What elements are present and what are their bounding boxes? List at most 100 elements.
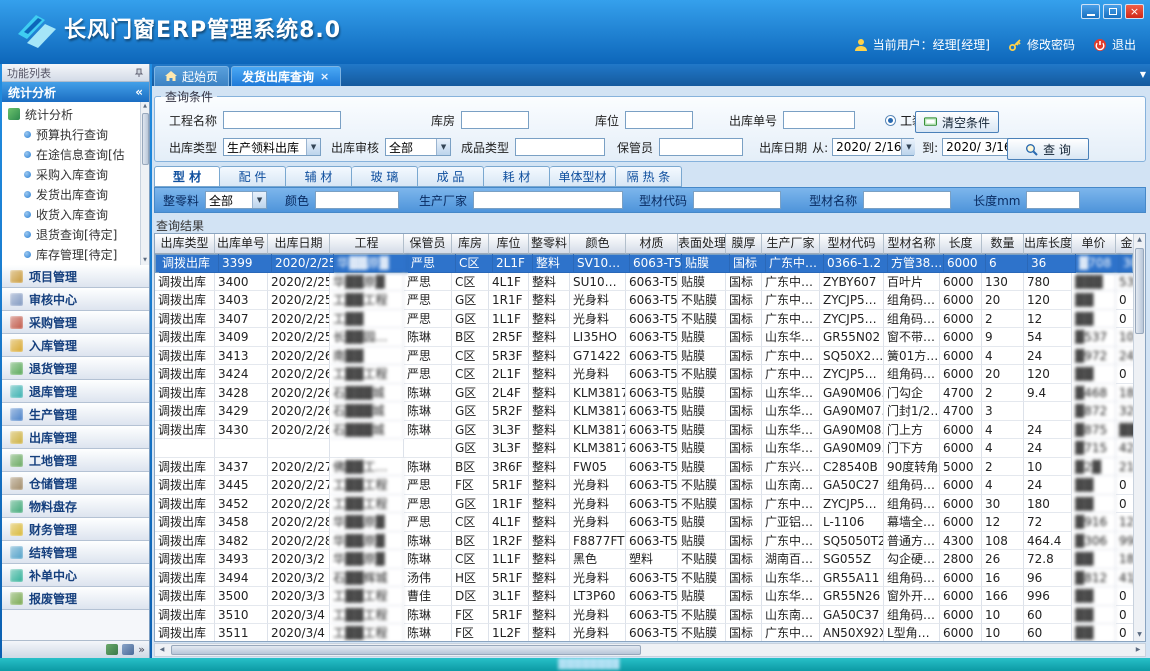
- table-row[interactable]: 调拨出库33992020/2/25华▓▓原▓严思C区2L1F整料SV10…606…: [155, 254, 1133, 273]
- tree-root-item[interactable]: 统计分析: [2, 104, 149, 124]
- profile-code-input[interactable]: [693, 191, 781, 209]
- horizontal-scrollbar[interactable]: ◀ ▶: [154, 643, 1146, 657]
- sidebar-module-item[interactable]: 项目管理: [2, 265, 149, 288]
- vertical-scrollbar[interactable]: ▲ ▼: [1133, 234, 1145, 641]
- out-type-select[interactable]: 生产领料出库 ▼: [223, 138, 321, 156]
- sidebar-module-item[interactable]: 报废管理: [2, 587, 149, 610]
- keeper-input[interactable]: [659, 138, 743, 156]
- table-row[interactable]: 调拨出库34302020/2/26石▓▓▓城陈琳G区3L3F整料KLM38176…: [155, 421, 1133, 440]
- material-tab[interactable]: 耗 材: [484, 166, 550, 187]
- column-header[interactable]: 工程: [330, 234, 404, 254]
- table-row[interactable]: 调拨出库34242020/2/26工▓▓工程严思C区2L1F整料光身料6063-…: [155, 365, 1133, 384]
- maximize-button[interactable]: [1103, 4, 1122, 19]
- audit-select[interactable]: 全部 ▼: [385, 138, 451, 156]
- profile-name-input[interactable]: [863, 191, 951, 209]
- more-panels-icon[interactable]: »: [138, 643, 145, 656]
- tab-overflow-icon[interactable]: ▼: [1140, 70, 1146, 79]
- column-header[interactable]: 出库类型: [155, 234, 215, 254]
- collapse-icon[interactable]: «: [135, 85, 143, 99]
- sidebar-module-item[interactable]: 仓储管理: [2, 472, 149, 495]
- tab-shipping-query[interactable]: 发货出库查询 ×: [231, 66, 341, 86]
- change-password-link[interactable]: 修改密码: [1008, 36, 1075, 53]
- scroll-up-icon[interactable]: ▲: [1134, 234, 1145, 246]
- column-header[interactable]: 库房: [452, 234, 489, 254]
- table-row[interactable]: G区3L3F整料KLM38176063-T5贴膜国标山东华…GA90M09…门下…: [155, 439, 1133, 458]
- whole-scrap-select[interactable]: 全部 ▼: [205, 191, 267, 209]
- table-row[interactable]: 调拨出库34942020/3/2石▓▓辉城汤伟H区5R1F整料光身料6063-T…: [155, 569, 1133, 588]
- column-header[interactable]: 生产厂家: [762, 234, 820, 254]
- project-name-input[interactable]: [223, 111, 341, 129]
- column-header[interactable]: 库位: [489, 234, 529, 254]
- table-row[interactable]: 调拨出库35102020/3/4工▓▓工程陈琳F区5R1F整料光身料6063-T…: [155, 606, 1133, 625]
- tree-item[interactable]: 在途信息查询[估: [2, 144, 149, 164]
- sidebar-module-item[interactable]: 生产管理: [2, 403, 149, 426]
- stats-section-header[interactable]: 统计分析 «: [2, 82, 149, 102]
- column-header[interactable]: 数量: [982, 234, 1024, 254]
- table-row[interactable]: 调拨出库34822020/2/28华▓▓原▓陈琳B区1R2F整料F8877FT6…: [155, 532, 1133, 551]
- location-input[interactable]: [625, 111, 693, 129]
- tab-start-page[interactable]: 起始页: [154, 66, 229, 86]
- table-row[interactable]: 调拨出库34092020/2/25长▓▓园…陈琳B区2R5F整料LI35HO60…: [155, 328, 1133, 347]
- material-tab[interactable]: 单体型材: [550, 166, 616, 187]
- sidebar-module-item[interactable]: 结转管理: [2, 541, 149, 564]
- tree-item[interactable]: 收货入库查询: [2, 204, 149, 224]
- table-row[interactable]: 调拨出库34282020/2/26石▓▓▓城陈琳G区2L4F整料KLM38176…: [155, 384, 1133, 403]
- table-row[interactable]: 调拨出库35112020/3/4工▓▓工程陈琳F区1L2F整料光身料6063-T…: [155, 624, 1133, 642]
- column-header[interactable]: 保管员: [404, 234, 452, 254]
- scroll-down-icon[interactable]: ▼: [1134, 629, 1145, 641]
- sidebar-module-item[interactable]: 出库管理: [2, 426, 149, 449]
- column-header[interactable]: 长度: [940, 234, 982, 254]
- sidebar-module-item[interactable]: 财务管理: [2, 518, 149, 541]
- sidebar-module-item[interactable]: 审核中心: [2, 288, 149, 311]
- length-input[interactable]: [1026, 191, 1080, 209]
- material-tab[interactable]: 玻 璃: [352, 166, 418, 187]
- material-tab[interactable]: 成 品: [418, 166, 484, 187]
- material-tab[interactable]: 型 材: [154, 166, 220, 187]
- material-tab[interactable]: 配 件: [220, 166, 286, 187]
- scroll-thumb[interactable]: [171, 645, 641, 655]
- tree-scrollbar[interactable]: ▲ ▼: [140, 102, 149, 265]
- product-type-input[interactable]: [515, 138, 605, 156]
- column-header[interactable]: 出库日期: [268, 234, 330, 254]
- column-header[interactable]: 型材代码: [820, 234, 884, 254]
- scroll-right-icon[interactable]: ▶: [1131, 644, 1145, 656]
- table-row[interactable]: 调拨出库34002020/2/25华▓▓原▓严思C区4L1F整料SU10…606…: [155, 273, 1133, 292]
- column-header[interactable]: 表面处理: [678, 234, 726, 254]
- tree-item[interactable]: 预算执行查询: [2, 124, 149, 144]
- scroll-left-icon[interactable]: ◀: [155, 644, 169, 656]
- column-header[interactable]: 材质: [626, 234, 678, 254]
- table-row[interactable]: 调拨出库34132020/2/26南▓▓严思C区5R3F整料G714226063…: [155, 347, 1133, 366]
- column-header[interactable]: 整零料: [529, 234, 570, 254]
- logout-button[interactable]: 退出: [1093, 36, 1136, 53]
- column-header[interactable]: 出库单号: [215, 234, 268, 254]
- column-header[interactable]: 颜色: [570, 234, 626, 254]
- sidebar-module-item[interactable]: 物料盘存: [2, 495, 149, 518]
- color-input[interactable]: [315, 191, 399, 209]
- tab-close-icon[interactable]: ×: [319, 71, 330, 82]
- table-row[interactable]: 调拨出库34072020/2/25工▓▓严思G区1L1F整料光身料6063-T5…: [155, 310, 1133, 329]
- warehouse-input[interactable]: [461, 111, 529, 129]
- material-tab[interactable]: 隔 热 条: [616, 166, 682, 187]
- sidebar-module-item[interactable]: 采购管理: [2, 311, 149, 334]
- column-header[interactable]: 型材名称: [884, 234, 940, 254]
- scroll-down-icon[interactable]: ▼: [141, 256, 149, 265]
- scroll-thumb[interactable]: [142, 113, 149, 165]
- pin-icon[interactable]: [134, 68, 144, 78]
- scroll-up-icon[interactable]: ▲: [141, 102, 149, 111]
- sidebar-module-item[interactable]: 入库管理: [2, 334, 149, 357]
- minimize-button[interactable]: [1081, 4, 1100, 19]
- table-row[interactable]: 调拨出库34372020/2/27佛▓▓工…陈琳B区3R6F整料FW056063…: [155, 458, 1133, 477]
- table-row[interactable]: 调拨出库35002020/3/3工▓▓工程曹佳D区3L1F整料LT3P60606…: [155, 587, 1133, 606]
- table-row[interactable]: 调拨出库34582020/2/28华▓▓原▓严思C区4L1F整料光身料6063-…: [155, 513, 1133, 532]
- radio-gongzhuang[interactable]: [885, 115, 896, 126]
- table-row[interactable]: 调拨出库34032020/2/25工▓▓工程严思G区1R1F整料光身料6063-…: [155, 291, 1133, 310]
- column-header[interactable]: 膜厚: [726, 234, 762, 254]
- sidebar-module-item[interactable]: 退库管理: [2, 380, 149, 403]
- table-row[interactable]: 调拨出库34292020/2/26石▓▓▓城陈琳G区5R2F整料KLM38176…: [155, 402, 1133, 421]
- clear-conditions-button[interactable]: 清空条件: [915, 111, 999, 133]
- sidebar-module-item[interactable]: 工地管理: [2, 449, 149, 472]
- panel-shortcut-icon[interactable]: [122, 644, 134, 655]
- scroll-thumb[interactable]: [1135, 248, 1144, 334]
- tree-item[interactable]: 采购入库查询: [2, 164, 149, 184]
- table-row[interactable]: 调拨出库34932020/3/2华▓▓原▓陈琳C区1L1F整料黑色塑料不贴膜国标…: [155, 550, 1133, 569]
